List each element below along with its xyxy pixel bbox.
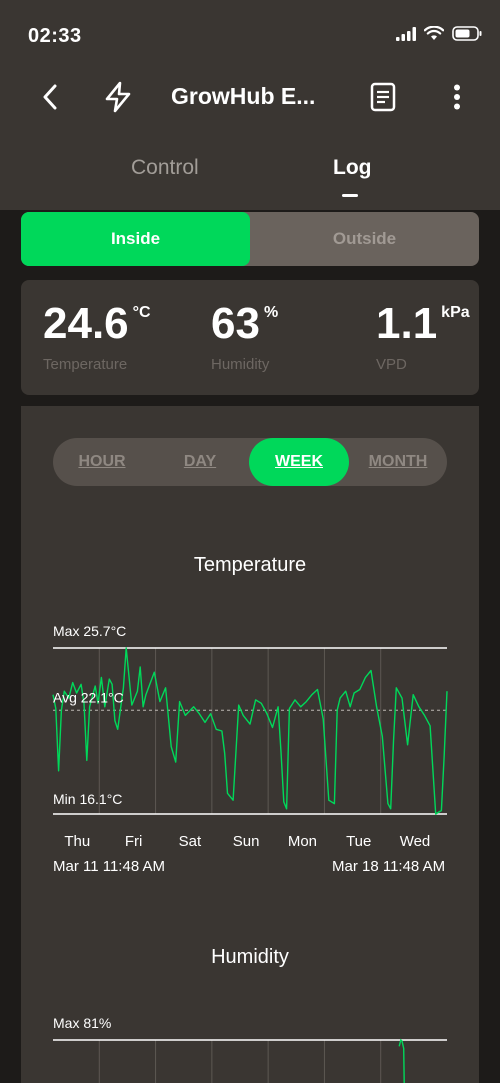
lightning-icon <box>105 81 131 113</box>
temperature-unit: °C <box>132 304 151 321</box>
readings-card: 24.6 °C Temperature 63% Humidity 1.1 kPa V… <box>21 280 479 395</box>
app-header: GrowHub E... Control Log <box>0 70 500 210</box>
document-icon <box>370 82 396 112</box>
temperature-chart: Max 25.7°C Avg 22.1°C Min 16.1°C Thu Fri Sat S… <box>52 623 448 846</box>
temperature-start-date: Mar 11 11:48 AM <box>53 858 166 875</box>
range-month[interactable]: MONTH <box>349 438 447 486</box>
range-hour[interactable]: HOUR <box>53 438 151 486</box>
humidity-unit: % <box>263 304 279 321</box>
temperature-end-date: Mar 18 11:48 AM <box>332 858 446 875</box>
chevron-left-icon <box>43 84 57 110</box>
lightning-button[interactable] <box>101 78 135 116</box>
tab-control[interactable]: Control <box>131 156 199 180</box>
humidity-reading: 63% Humidity <box>211 299 279 374</box>
vpd-label: VPD <box>376 356 407 373</box>
status-icons <box>396 26 482 41</box>
cellular-signal-icon <box>396 26 416 41</box>
more-vertical-icon <box>454 84 460 110</box>
humidity-series-line <box>398 1038 405 1083</box>
temperature-value: 24.6 <box>43 299 129 348</box>
time-range-selector: HOUR DAY WEEK MONTH <box>53 438 447 486</box>
max-label: Max 25.7°C <box>53 623 126 639</box>
temperature-chart-title: Temperature <box>193 554 307 576</box>
log-panel: HOUR DAY WEEK MONTH Temperature Max 25.7… <box>21 406 479 1083</box>
temperature-label: Temperature <box>43 356 128 373</box>
temperature-series-line <box>52 647 448 815</box>
min-label: Min 16.1°C <box>53 791 122 807</box>
report-button[interactable] <box>368 80 398 114</box>
inside-option[interactable]: Inside <box>21 212 250 266</box>
x-tick-label: Sat <box>179 833 202 846</box>
avg-label: Avg 22.1°C <box>53 689 124 705</box>
page-title: GrowHub E... <box>171 83 316 109</box>
status-time: 02:33 <box>28 25 82 47</box>
back-button[interactable] <box>36 80 64 114</box>
temperature-reading: 24.6 °C Temperature <box>43 299 151 374</box>
x-tick-label: Mon <box>288 833 317 846</box>
humidity-chart: Max 81% <box>53 1015 447 1083</box>
humidity-label: Humidity <box>211 356 270 373</box>
battery-icon <box>452 26 482 41</box>
location-toggle: Inside Outside <box>21 212 479 266</box>
humidity-chart-title: Humidity <box>211 946 289 968</box>
range-week[interactable]: WEEK <box>249 438 349 486</box>
max-label: Max 81% <box>53 1015 111 1031</box>
status-bar: 02:33 <box>0 0 500 70</box>
x-tick-label: Wed <box>400 833 431 846</box>
vpd-unit: kPa <box>441 304 470 321</box>
humidity-value: 63 <box>211 299 260 348</box>
x-tick-label: Tue <box>346 833 371 846</box>
x-tick-label: Fri <box>125 833 143 846</box>
tab-log[interactable]: Log <box>333 156 371 180</box>
vpd-value: 1.1 <box>376 299 438 348</box>
more-menu-button[interactable] <box>444 80 470 114</box>
x-tick-label: Thu <box>64 833 90 846</box>
wifi-icon <box>424 26 444 40</box>
outside-option[interactable]: Outside <box>250 212 479 266</box>
x-tick-label: Sun <box>233 833 260 846</box>
vpd-reading: 1.1 kPa VPD <box>376 299 470 374</box>
tab-active-indicator <box>342 194 358 197</box>
range-day[interactable]: DAY <box>151 438 249 486</box>
